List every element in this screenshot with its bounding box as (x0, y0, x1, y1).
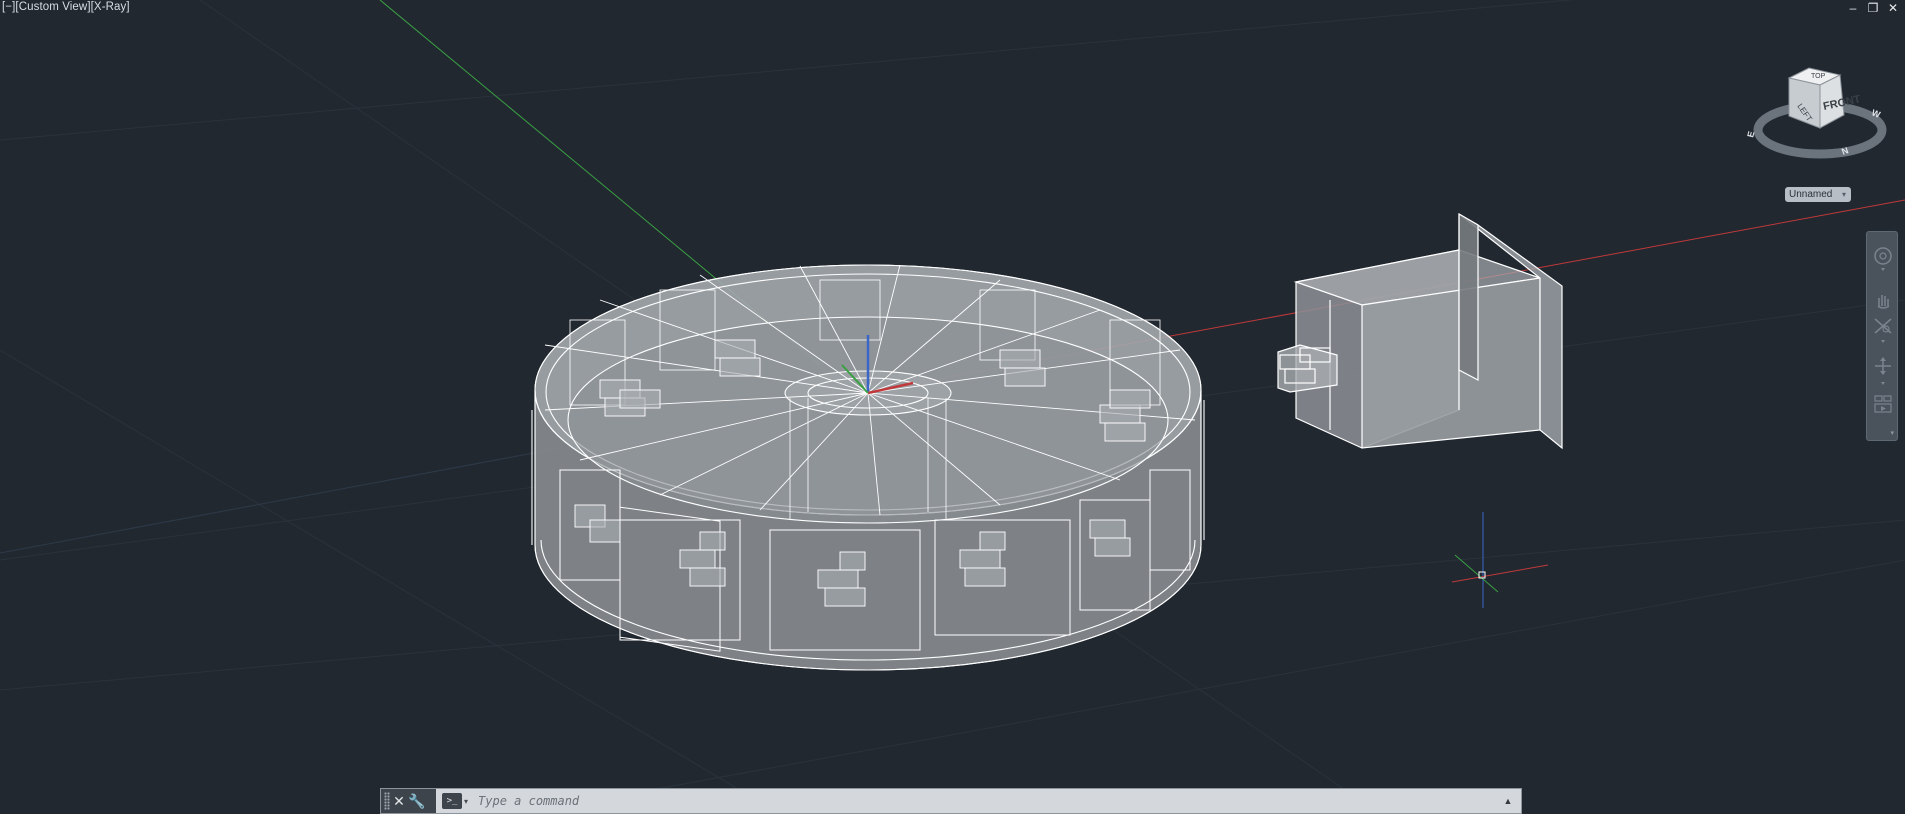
chevron-down-icon[interactable] (1881, 382, 1885, 386)
ucs-label: Unnamed (1789, 189, 1833, 200)
motor-model[interactable] (1277, 212, 1563, 450)
close-button[interactable]: ✕ (1887, 1, 1899, 15)
chevron-down-icon[interactable] (1881, 340, 1885, 344)
viewcube[interactable]: FRONT LEFT TOP W N E (1745, 58, 1895, 168)
viewcube-face-top[interactable]: TOP (1811, 73, 1826, 80)
viewport-window-controls: ‒ ❐ ✕ (1847, 1, 1899, 15)
restore-button[interactable]: ❐ (1867, 1, 1879, 15)
zoom-extents-icon[interactable] (1872, 316, 1894, 336)
viewport-controls-label[interactable]: [−][Custom View][X-Ray] (2, 1, 130, 13)
command-line: ✕ 🔧 >_ ▾ ▲ (380, 788, 1522, 814)
model-space-canvas[interactable] (0, 0, 1905, 814)
chevron-down-icon: ▾ (1841, 190, 1846, 199)
orbit-icon[interactable] (1872, 356, 1894, 376)
navbar-options-icon[interactable]: ▾ (1890, 429, 1894, 437)
recent-commands-button[interactable]: >_ (442, 793, 462, 809)
navigation-bar: ▾ (1866, 231, 1898, 441)
minimize-button[interactable]: ‒ (1847, 1, 1859, 15)
command-history-button[interactable]: ▲ (1499, 796, 1517, 806)
command-input[interactable] (476, 793, 1499, 809)
steering-wheel-icon[interactable] (1872, 246, 1894, 266)
ucs-menu[interactable]: Unnamed ▾ (1785, 187, 1851, 202)
command-line-toolbar: ✕ 🔧 (381, 789, 436, 813)
world-axis-x-neg (0, 447, 561, 554)
chevron-down-icon[interactable]: ▾ (464, 797, 468, 806)
close-command-line-button[interactable]: ✕ (390, 791, 408, 811)
customize-wrench-icon[interactable]: 🔧 (408, 791, 426, 811)
showmotion-icon[interactable] (1872, 394, 1894, 414)
pan-icon[interactable] (1872, 290, 1894, 310)
drawing-viewport[interactable]: [−][Custom View][X-Ray] ‒ ❐ ✕ FRONT LEFT… (0, 0, 1905, 814)
chevron-down-icon[interactable] (1881, 268, 1885, 272)
ucs-icon (1451, 512, 1549, 608)
wheel-model[interactable] (531, 264, 1205, 671)
